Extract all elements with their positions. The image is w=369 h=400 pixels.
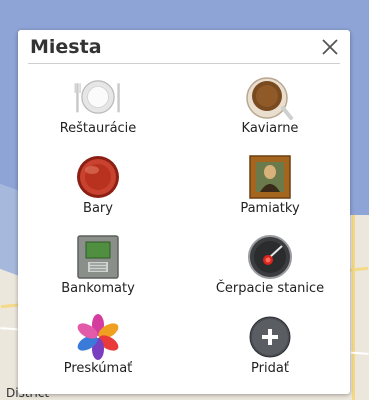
framed-painting-icon [245,154,295,200]
place-tile-restaurants[interactable]: Reštaurácie [18,68,178,142]
close-button[interactable] [316,33,344,61]
plate-cutlery-icon [73,74,123,120]
place-label: Pridať [251,361,289,376]
flower-explore-icon [73,314,123,360]
place-tile-landmarks[interactable]: Pamiatky [190,148,350,222]
add-icon [245,314,295,360]
place-label: Bankomaty [61,281,135,296]
place-label: Reštaurácie [59,121,137,136]
header-divider [28,63,340,64]
map-road [352,215,355,400]
place-tile-add[interactable]: Pridať [190,308,350,382]
place-tile-bars[interactable]: Bary [18,148,178,222]
bottle-cap-icon [73,154,123,200]
atm-icon [73,234,123,280]
close-icon [322,39,338,55]
dialog-title: Miesta [30,36,102,58]
place-tile-explore[interactable]: Preskúmať [18,308,178,382]
place-tile-atms[interactable]: Bankomaty [18,228,178,302]
places-dialog: Miesta Reštaurácie Kaviarne Bary Pamiatk… [18,30,350,394]
place-tile-cafes[interactable]: Kaviarne [190,68,350,142]
coffee-cup-icon [245,74,295,120]
place-label: Bary [83,201,113,216]
place-tile-gas-stations[interactable]: Čerpacie stanice [190,228,350,302]
place-label: Preskúmať [63,361,133,376]
place-label: Čerpacie stanice [215,281,325,296]
place-label: Kaviarne [241,121,299,136]
fuel-gauge-icon [245,234,295,280]
dialog-header: Miesta [18,30,350,64]
place-label: Pamiatky [240,201,300,216]
